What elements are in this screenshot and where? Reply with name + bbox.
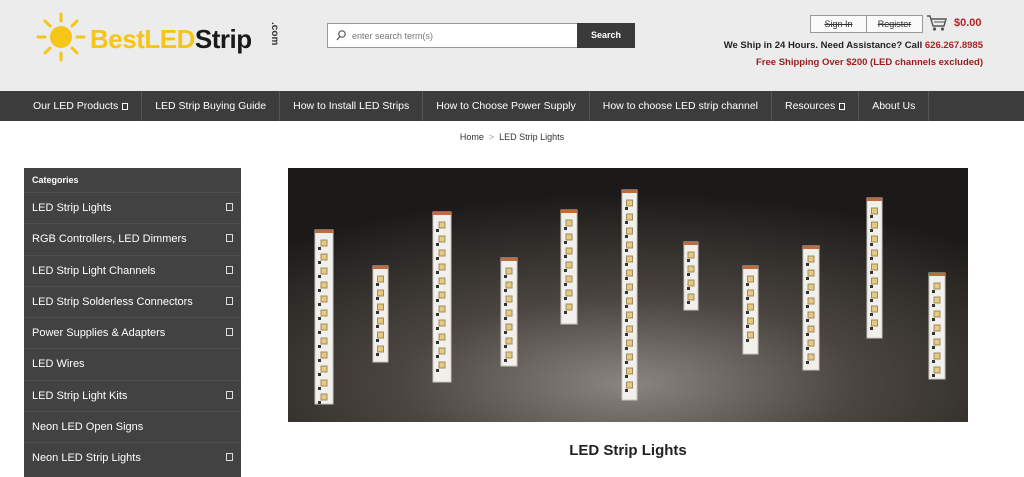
nav-item[interactable]: Resources [772, 91, 860, 121]
sidebar-category-item[interactable]: Neon LED Open Signs [24, 411, 241, 442]
expand-icon[interactable] [226, 203, 233, 211]
phone-number[interactable]: 626.267.8985 [925, 40, 983, 51]
breadcrumb-separator: > [488, 132, 495, 142]
sun-icon [36, 12, 86, 62]
nav-item-label: LED Strip Buying Guide [155, 100, 267, 112]
search-bar: Search [327, 23, 635, 48]
sidebar-category-label: LED Strip Light Kits [32, 389, 128, 402]
sign-in-link[interactable]: Sign In [811, 16, 866, 32]
nav-item-label: About Us [872, 100, 916, 112]
nav-item-label: Resources [785, 100, 836, 112]
category-sidebar: Categories LED Strip Lights RGB Controlle… [24, 168, 241, 477]
cart-total[interactable]: $0.00 [954, 17, 982, 29]
sidebar-category-label: Power Supplies & Adapters [32, 327, 166, 340]
nav-item-label: How to Install LED Strips [293, 100, 410, 112]
sidebar-category-item[interactable]: Neon LED Strip Lights [24, 442, 241, 473]
led-strip [432, 211, 452, 383]
expand-icon[interactable] [226, 296, 233, 305]
sidebar-category-item[interactable]: Power Supplies & Adapters [24, 317, 241, 348]
nav-item[interactable]: How to Install LED Strips [280, 91, 424, 121]
nav-item[interactable]: LED Strip Buying Guide [142, 91, 281, 121]
search-icon [336, 30, 346, 41]
register-link[interactable]: Register [866, 16, 922, 32]
led-strip [621, 189, 638, 401]
led-strip [683, 241, 699, 311]
led-strip [500, 257, 518, 367]
nav-item[interactable]: How to Choose Power Supply [423, 91, 590, 121]
nav-item-label: Our LED Products [33, 100, 119, 112]
site-logo[interactable]: BestLEDStrip .com [36, 12, 292, 62]
shipping-notice: We Ship in 24 Hours. Need Assistance? Ca… [723, 40, 983, 51]
led-strip [928, 272, 946, 380]
breadcrumb-current: LED Strip Lights [499, 132, 565, 142]
logo-com: .com [269, 22, 280, 46]
cart-icon[interactable] [926, 14, 948, 32]
expand-icon[interactable] [226, 265, 233, 274]
dropdown-icon [839, 102, 846, 110]
sidebar-category-label: LED Strip Solderless Connectors [32, 295, 193, 308]
nav-item-label: How to choose LED strip channel [602, 100, 758, 112]
sidebar-category-item[interactable]: RGB Controllers, LED Dimmers [24, 223, 241, 254]
led-strip [560, 209, 578, 325]
dropdown-icon [122, 102, 129, 110]
led-strips-photo [288, 168, 968, 422]
sidebar-category-label: Neon LED Strip Lights [32, 452, 141, 465]
free-shipping-notice: Free Shipping Over $200 (LED channels ex… [755, 57, 983, 68]
sidebar-category-label: Neon LED Open Signs [32, 421, 144, 434]
breadcrumb: Home > LED Strip Lights [0, 132, 1024, 142]
led-strip [866, 197, 883, 339]
led-strip [372, 265, 389, 363]
search-button[interactable]: Search [577, 23, 635, 48]
sidebar-category-item[interactable]: LED Strip Light Kits [24, 379, 241, 411]
main-nav: Our LED Products LED Strip Buying Guide Ho… [0, 91, 1024, 121]
led-strip [314, 229, 334, 405]
sidebar-category-item[interactable]: LED Strip Light Channels [24, 254, 241, 286]
sidebar-category-item[interactable]: LED Strip Lights [24, 192, 241, 223]
sidebar-heading: Categories [32, 175, 79, 185]
sidebar-category-label: RGB Controllers, LED Dimmers [32, 233, 187, 246]
page-title: LED Strip Lights [569, 442, 687, 459]
expand-icon[interactable] [226, 328, 233, 337]
led-strip [802, 245, 820, 371]
led-strip [742, 265, 759, 355]
account-links: Sign In Register [810, 15, 923, 33]
expand-icon[interactable] [226, 390, 233, 399]
expand-icon[interactable] [226, 234, 233, 243]
sidebar-category-label: LED Strip Lights [32, 202, 112, 214]
nav-item[interactable]: About Us [859, 91, 930, 121]
sidebar-category-item[interactable]: LED Wires [24, 348, 241, 379]
sidebar-category-label: LED Strip Light Channels [32, 264, 156, 277]
nav-item-label: How to Choose Power Supply [436, 100, 576, 112]
hero-image [288, 168, 968, 422]
nav-item[interactable]: Our LED Products [20, 91, 143, 121]
logo-wordmark: BestLEDStrip [90, 24, 252, 54]
nav-item[interactable]: How to choose LED strip channel [590, 91, 772, 121]
sidebar-category-item[interactable]: LED Strip Solderless Connectors [24, 285, 241, 317]
site-header: BestLEDStrip .com Search Sign In Registe… [0, 0, 1024, 91]
sidebar-category-label: LED Wires [32, 358, 85, 371]
breadcrumb-home[interactable]: Home [460, 132, 484, 142]
search-input[interactable] [352, 24, 577, 47]
expand-icon[interactable] [226, 453, 233, 462]
